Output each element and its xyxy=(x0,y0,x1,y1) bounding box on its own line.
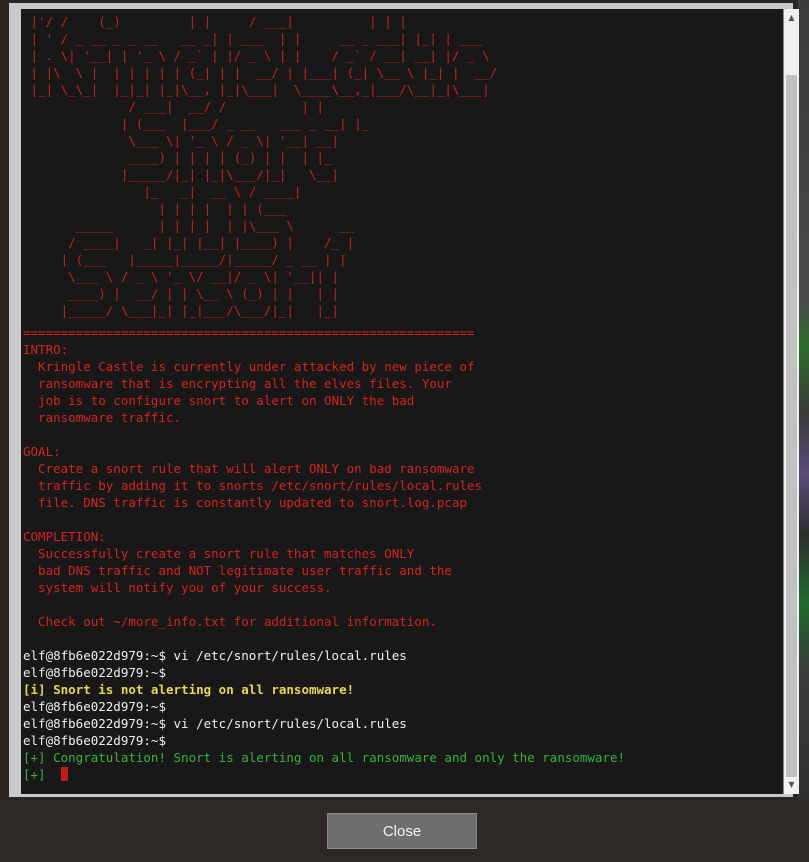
intro-body: Kringle Castle is currently under attack… xyxy=(38,359,475,425)
completion-body: Successfully create a snort rule that ma… xyxy=(38,546,452,595)
command-line: elf@8fb6e022d979:~$ vi /etc/snort/rules/… xyxy=(23,648,407,663)
scrollbar-thumb[interactable] xyxy=(786,75,797,777)
intro-heading: INTRO: xyxy=(23,342,69,357)
spacer xyxy=(23,630,783,647)
spacer xyxy=(23,596,783,613)
success-line: [+] Congratulation! Snort is alerting on… xyxy=(23,750,626,765)
goal-body: Create a snort rule that will alert ONLY… xyxy=(38,461,483,510)
spacer xyxy=(23,511,783,528)
warning-line: [i] Snort is not alerting on all ransomw… xyxy=(23,682,355,697)
command-line: elf@8fb6e022d979:~$ vi /etc/snort/rules/… xyxy=(23,716,407,731)
completion-heading: COMPLETION: xyxy=(23,529,106,544)
close-button[interactable]: Close xyxy=(327,813,477,849)
triangle-down-icon[interactable]: ▼ xyxy=(784,778,799,792)
terminal-modal: |'/ / (_) | | / ___| | | | | ' / _ __ _ … xyxy=(9,3,799,797)
prompt-line: elf@8fb6e022d979:~$ xyxy=(23,733,166,748)
more-info-line: Check out ~/more_info.txt for additional… xyxy=(23,614,437,629)
divider-line: ========================================… xyxy=(23,325,475,340)
terminal-scrollbar[interactable]: ▲ ▼ xyxy=(784,9,799,794)
terminal-cursor xyxy=(60,767,68,781)
success-prefix: [+] xyxy=(23,767,46,782)
banner-ascii-art: |'/ / (_) | | / ___| | | | | ' / _ __ _ … xyxy=(30,14,498,318)
terminal-window[interactable]: |'/ / (_) | | / ___| | | | | ' / _ __ _ … xyxy=(21,9,784,794)
prompt-line: elf@8fb6e022d979:~$ xyxy=(23,665,166,680)
terminal-output: |'/ / (_) | | / ___| | | | | ' / _ __ _ … xyxy=(23,13,783,783)
goal-heading: GOAL: xyxy=(23,444,61,459)
triangle-up-icon[interactable]: ▲ xyxy=(784,11,799,25)
spacer xyxy=(23,426,783,443)
prompt-line: elf@8fb6e022d979:~$ xyxy=(23,699,166,714)
background-scene-right xyxy=(798,0,809,862)
input-line[interactable]: [+] xyxy=(23,766,783,783)
